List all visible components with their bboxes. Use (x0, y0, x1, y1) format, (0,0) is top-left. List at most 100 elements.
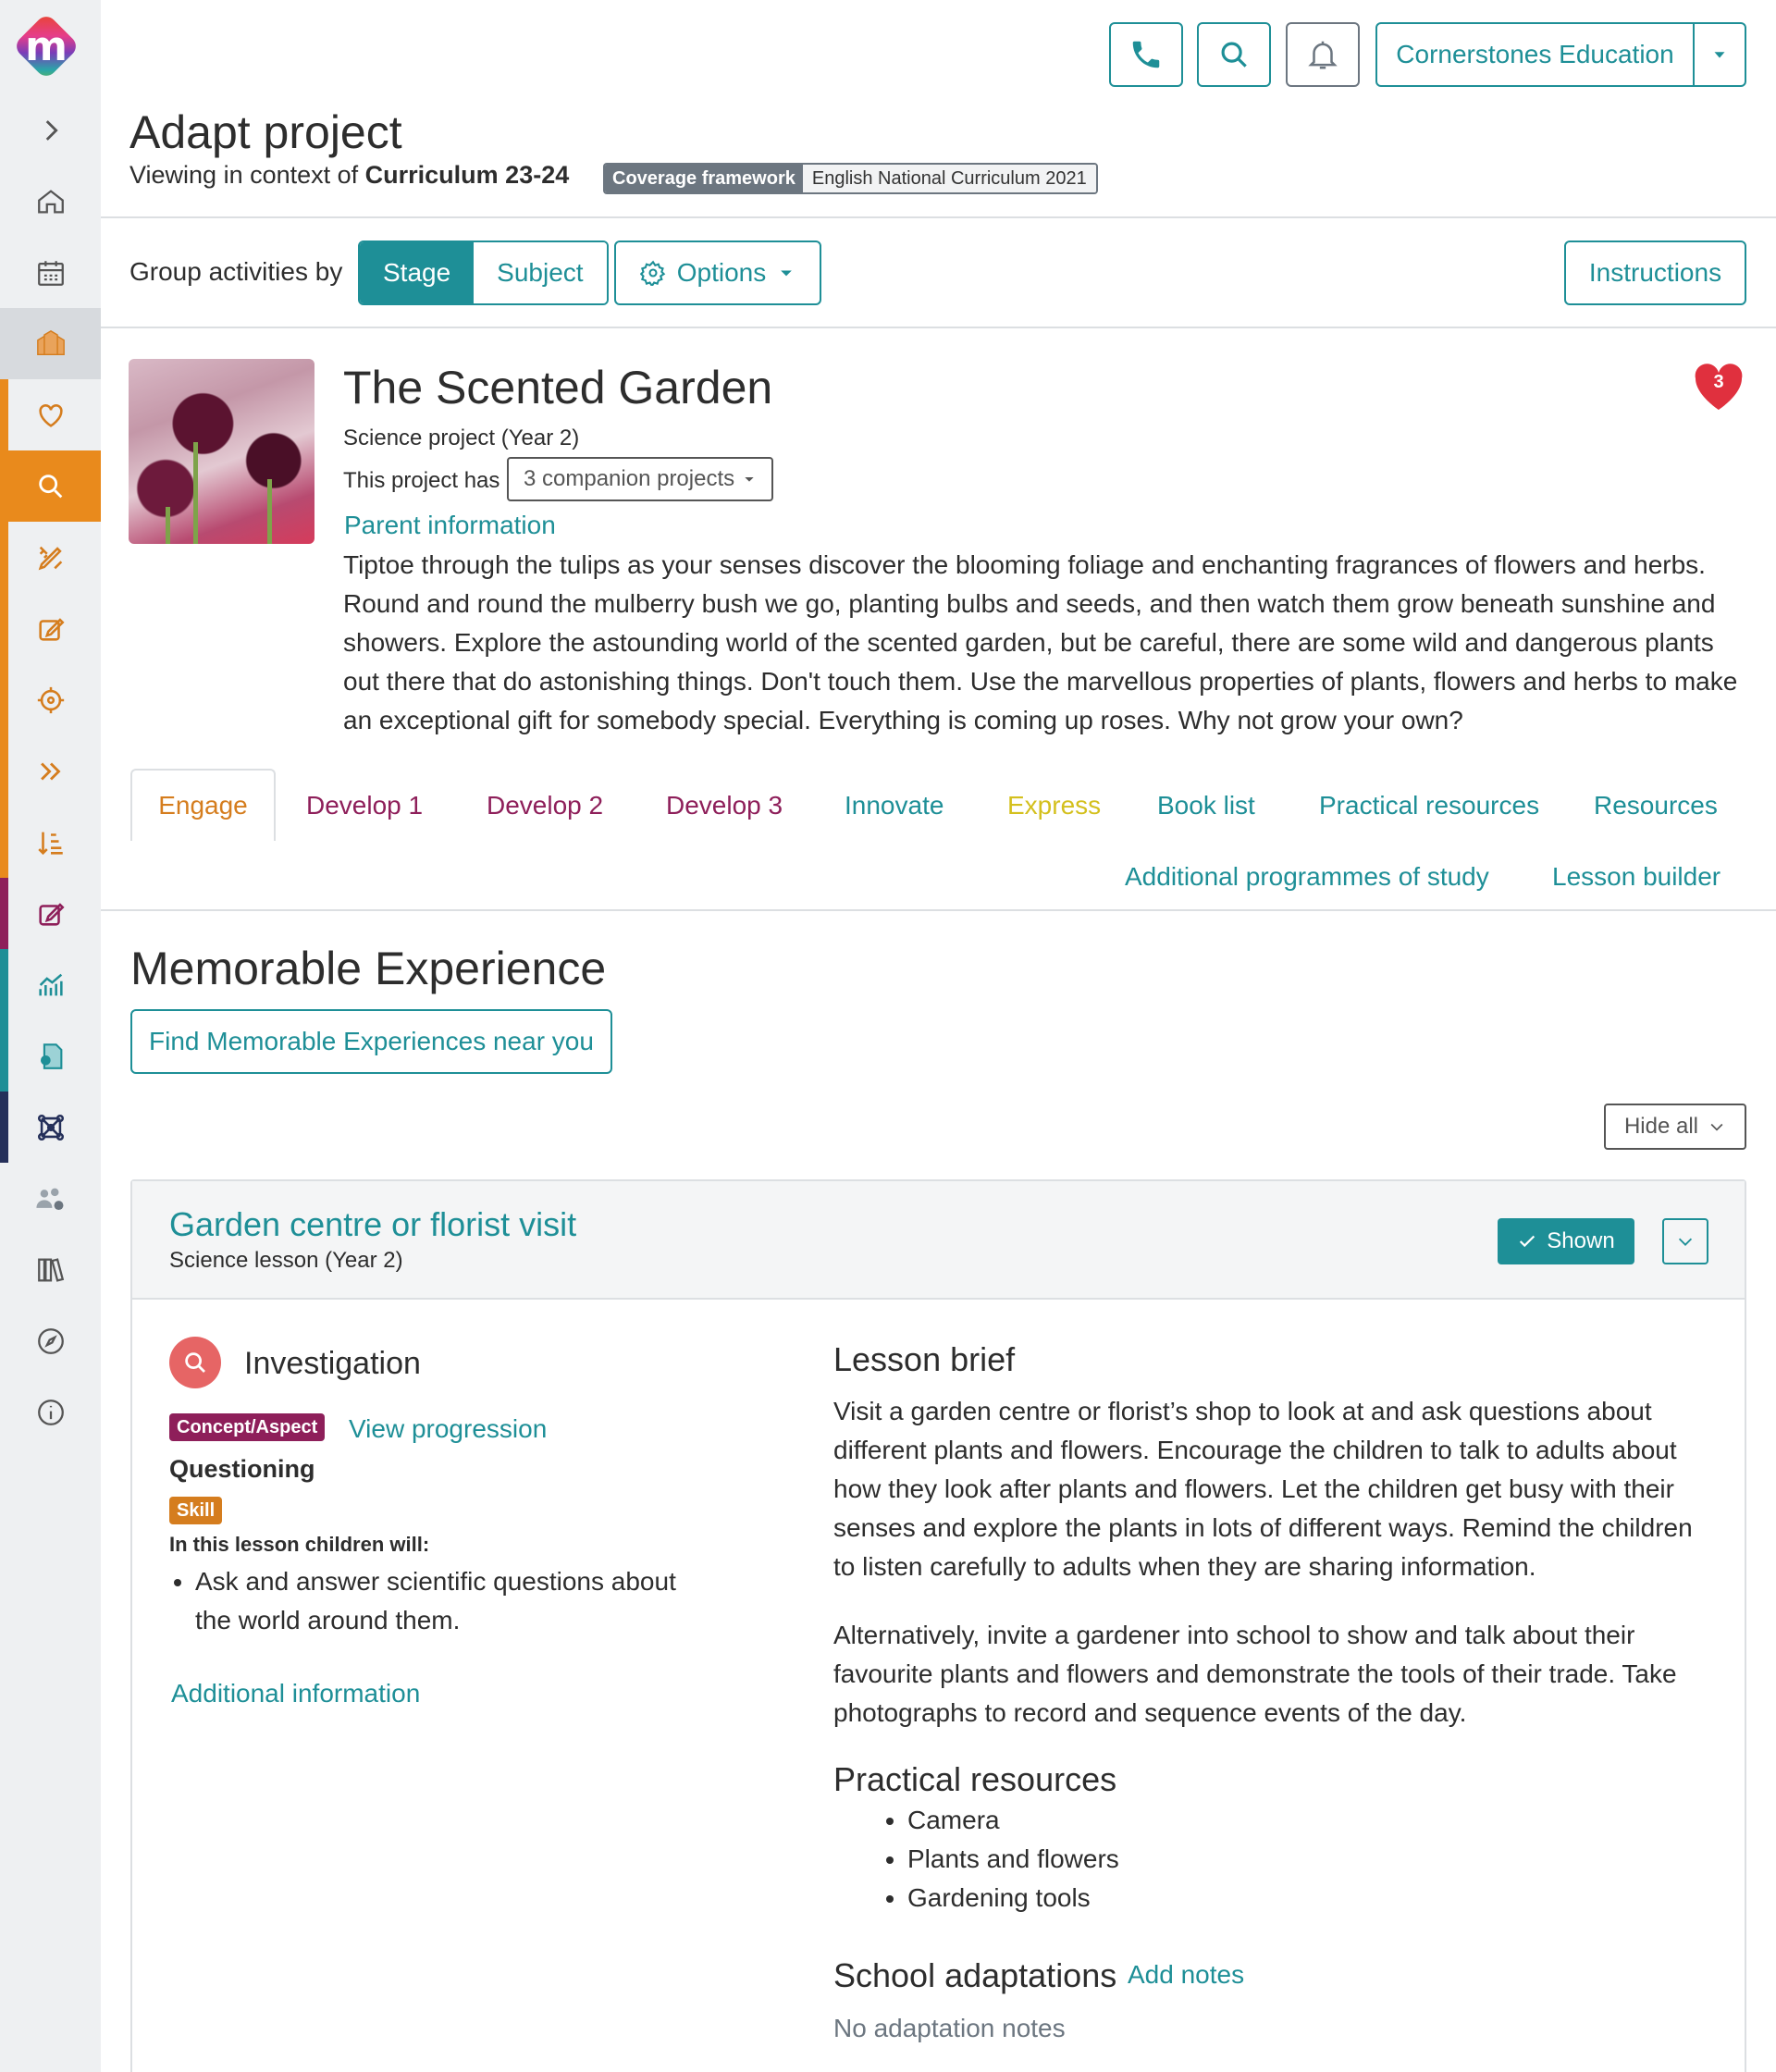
users-settings-icon[interactable] (0, 1163, 101, 1234)
tab-develop-1[interactable]: Develop 1 (306, 791, 423, 820)
coverage-value: English National Curriculum 2021 (802, 165, 1096, 192)
home-icon[interactable] (0, 166, 101, 237)
brief-heading: Lesson brief (833, 1340, 1016, 1378)
adaptations-heading: School adaptations (833, 1956, 1117, 1994)
brief-paragraph: Visit a garden centre or florist’s shop … (833, 1397, 1693, 1581)
header-search-button[interactable] (1197, 22, 1271, 87)
caret-down-icon (745, 477, 754, 482)
sort-icon[interactable] (0, 807, 101, 878)
logo[interactable]: m (13, 13, 80, 80)
coverage-key: Coverage framework (605, 165, 803, 192)
chevron-down-icon (1710, 1123, 1723, 1131)
options-button[interactable]: Options (614, 240, 821, 305)
info-icon[interactable] (0, 1376, 101, 1448)
concept-name: Questioning (169, 1455, 315, 1483)
bell-icon (1308, 41, 1338, 69)
lesson-subtitle: Science lesson (Year 2) (169, 1248, 403, 1273)
concept-badge: Concept/Aspect (169, 1413, 326, 1441)
tab-express[interactable]: Express (1007, 791, 1101, 820)
lesson-card: Garden centre or florist visit Science l… (130, 1179, 1746, 2072)
context-line: Viewing in context of Curriculum 23-24 (130, 161, 569, 190)
chevron-right-icon[interactable] (0, 94, 101, 166)
project-description: Tiptoe through the tulips as your senses… (343, 550, 1738, 734)
coverage-badge: Coverage framework English National Curr… (603, 163, 1098, 194)
tab-practical-resources[interactable]: Practical resources (1319, 791, 1539, 820)
group-label: Group activities by (130, 257, 343, 286)
objectives-list: Ask and answer scientific questions abou… (195, 1562, 695, 1640)
lesson-category: Investigation (244, 1346, 421, 1381)
divider (101, 909, 1776, 911)
tab-innovate[interactable]: Innovate (845, 791, 944, 820)
network-icon[interactable] (0, 1092, 101, 1163)
school-icon[interactable] (0, 308, 101, 379)
image-detail (267, 479, 272, 544)
pencil-ruler-icon[interactable] (0, 522, 101, 593)
search-icon (1221, 42, 1247, 68)
companion-label: This project has (343, 468, 500, 493)
project-title: The Scented Garden (343, 362, 773, 413)
sidebar: m (0, 0, 101, 2072)
find-experiences-button[interactable]: Find Memorable Experiences near you (130, 1009, 612, 1074)
divider (101, 327, 1776, 328)
context-prefix: Viewing in context of (130, 161, 365, 189)
group-toggle: Stage Subject (358, 240, 609, 305)
check-icon (1520, 1235, 1536, 1248)
shown-label: Shown (1547, 1228, 1615, 1253)
subject-button[interactable]: Subject (474, 242, 607, 303)
double-chevron-icon[interactable] (0, 735, 101, 807)
org-name: Cornerstones Education (1377, 24, 1695, 85)
tab-additional-programmes[interactable]: Additional programmes of study (1125, 862, 1489, 892)
tab-resources[interactable]: Resources (1594, 791, 1718, 820)
lesson-title[interactable]: Garden centre or florist visit (169, 1205, 576, 1244)
phone-icon (1132, 41, 1160, 68)
search-icon[interactable] (0, 450, 101, 522)
tab-develop-2[interactable]: Develop 2 (487, 791, 603, 820)
tab-develop-3[interactable]: Develop 3 (666, 791, 783, 820)
brief-paragraph: Alternatively, invite a gardener into sc… (833, 1621, 1677, 1727)
add-notes-link[interactable]: Add notes (1128, 1960, 1244, 1990)
heart-icon[interactable] (0, 379, 101, 450)
image-detail (166, 507, 170, 544)
caret-down-icon (781, 270, 793, 277)
list-item: Camera (907, 1801, 1119, 1840)
favourite-count: 3 (1713, 372, 1724, 392)
gear-icon (639, 260, 666, 286)
phone-button[interactable] (1109, 22, 1183, 87)
hide-all-label: Hide all (1623, 1114, 1699, 1139)
tab-lesson-builder[interactable]: Lesson builder (1552, 862, 1720, 892)
certificate-icon[interactable] (0, 1020, 101, 1092)
chart-icon[interactable] (0, 949, 101, 1020)
objectives-label: In this lesson children will: (169, 1533, 430, 1556)
expand-button[interactable] (1662, 1218, 1708, 1264)
additional-info-link[interactable]: Additional information (171, 1679, 420, 1708)
companion-dropdown[interactable]: 3 companion projects (507, 457, 774, 501)
library-icon[interactable] (0, 1234, 101, 1305)
hide-all-button[interactable]: Hide all (1604, 1104, 1746, 1150)
project-image (129, 359, 314, 544)
companion-value: 3 companion projects (524, 466, 735, 491)
shown-button[interactable]: Shown (1498, 1218, 1634, 1264)
target-icon[interactable] (0, 664, 101, 735)
edit-note-icon[interactable] (0, 878, 101, 949)
image-detail (193, 442, 198, 544)
stage-button[interactable]: Stage (360, 242, 475, 303)
parent-info-link[interactable]: Parent information (344, 511, 556, 540)
lesson-card-header: Garden centre or florist visit Science l… (132, 1181, 1745, 1300)
instructions-button[interactable]: Instructions (1564, 240, 1746, 305)
calendar-icon[interactable] (0, 237, 101, 308)
edit-icon[interactable] (0, 593, 101, 664)
list-item: Ask and answer scientific questions abou… (195, 1562, 695, 1640)
project-subtitle: Science project (Year 2) (343, 426, 580, 450)
org-switcher[interactable]: Cornerstones Education (1375, 22, 1746, 87)
compass-icon[interactable] (0, 1305, 101, 1376)
options-label: Options (676, 258, 767, 287)
context-value: Curriculum 23-24 (364, 161, 570, 189)
list-item: Gardening tools (907, 1879, 1119, 1918)
no-notes-text: No adaptation notes (833, 2014, 1066, 2042)
tab-engage[interactable]: Engage (130, 769, 276, 841)
section-title: Memorable Experience (130, 943, 607, 994)
tab-book-list[interactable]: Book list (1157, 791, 1255, 820)
notifications-button[interactable] (1286, 22, 1360, 87)
view-progression-link[interactable]: View progression (349, 1414, 547, 1444)
chevron-down-icon (1678, 1238, 1693, 1246)
